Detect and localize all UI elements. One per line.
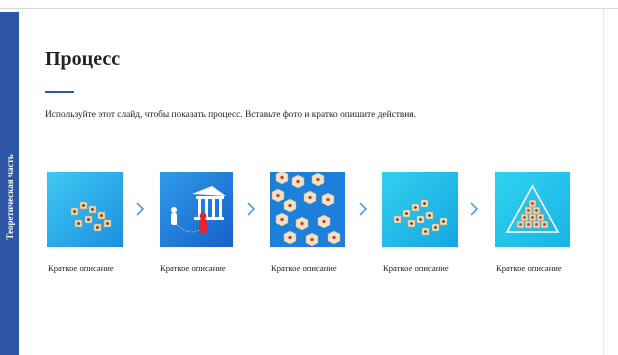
people-hexagons-image <box>270 172 345 247</box>
chevron-right-icon <box>246 202 256 216</box>
slide-title: Процесс <box>45 48 121 70</box>
chevron-right-icon <box>358 202 368 216</box>
title-underline <box>45 91 74 93</box>
right-divider <box>603 8 604 355</box>
cube-blocks-image <box>47 172 123 247</box>
section-sidebar: Теоретическая часть <box>0 12 19 355</box>
step-3-caption: Краткое описание <box>271 263 337 273</box>
top-divider <box>0 8 618 9</box>
step-1-image[interactable] <box>47 172 123 247</box>
step-5-image[interactable] <box>495 172 570 247</box>
step-4-image[interactable] <box>382 172 458 247</box>
step-2-image[interactable] <box>160 172 233 247</box>
pyramid-image <box>495 172 570 247</box>
step-2-caption: Краткое описание <box>160 263 226 273</box>
chevron-right-icon <box>135 202 145 216</box>
step-3-image[interactable] <box>270 172 345 247</box>
chevron-right-icon <box>469 202 479 216</box>
slide-subtitle: Используйте этот слайд, чтобы показать п… <box>45 110 416 120</box>
sidebar-label: Теоретическая часть <box>5 154 15 240</box>
cube-arrow-image <box>382 172 458 247</box>
step-4-caption: Краткое описание <box>383 263 449 273</box>
step-5-caption: Краткое описание <box>496 263 562 273</box>
bank-and-figures-image <box>160 172 233 247</box>
step-1-caption: Краткое описание <box>48 263 114 273</box>
